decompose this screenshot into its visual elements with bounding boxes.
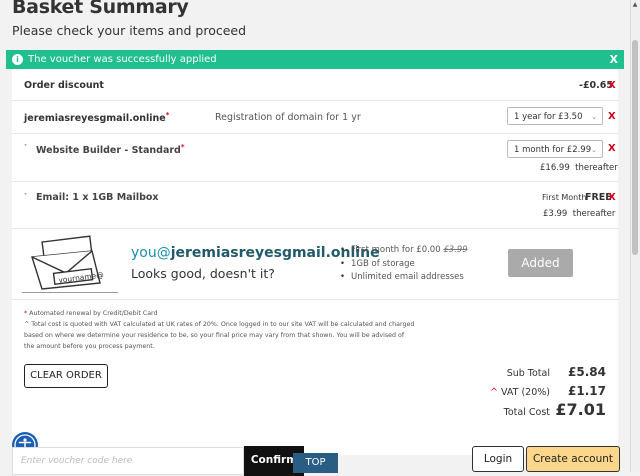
promo-bullet: 1GB of storage bbox=[340, 258, 468, 272]
website-builder-term-select[interactable]: 1 month for £2.99 ⌄ bbox=[507, 140, 603, 158]
subtotal-label: Sub Total bbox=[506, 368, 550, 379]
website-builder-term-value: 1 month for £2.99 bbox=[514, 145, 592, 155]
discount-row: Order discount -£0.65 X bbox=[12, 69, 618, 101]
total-value: £7.01 bbox=[555, 400, 606, 419]
scrollbar-thumb[interactable] bbox=[632, 40, 638, 255]
domain-row: jeremiasreyesgmail.online* Registration … bbox=[12, 101, 618, 134]
page-subtitle: Please check your items and proceed bbox=[12, 23, 247, 38]
footnotes: * Automated renewal by Credit/Debit Card… bbox=[24, 308, 424, 352]
required-asterisk: * bbox=[180, 143, 185, 151]
domain-term-value: 1 year for £3.50 bbox=[514, 112, 583, 122]
footnote-line: * Automated renewal by Credit/Debit Card bbox=[24, 310, 158, 317]
envelope-illustration: yourname@ bbox=[22, 235, 118, 293]
alert-close-button[interactable]: X bbox=[610, 53, 618, 66]
first-month-label: First Month bbox=[542, 193, 587, 202]
website-builder-name: Website Builder - Standard* bbox=[36, 143, 185, 157]
domain-description: Registration of domain for 1 yr bbox=[215, 112, 361, 123]
email-name: Email: 1 x 1GB Mailbox bbox=[36, 192, 159, 203]
discount-label: Order discount bbox=[24, 80, 104, 91]
footnote-line: ^ Total cost is quoted with VAT calculat… bbox=[24, 321, 415, 328]
required-asterisk: * bbox=[165, 111, 170, 119]
footnote-line: the amount before you process payment. bbox=[24, 343, 155, 350]
website-builder-remove-button[interactable]: X bbox=[608, 143, 616, 154]
total-label: Total Cost bbox=[503, 407, 550, 418]
email-after-price: £3.99 thereafter bbox=[543, 209, 616, 219]
chevron-down-icon: ⌄ bbox=[591, 146, 597, 154]
added-button[interactable]: Added bbox=[508, 249, 573, 277]
domain-name: jeremiasreyesgmail.online* bbox=[24, 111, 170, 125]
success-alert: i The voucher was successfully applied X bbox=[6, 50, 624, 69]
vat-value: £1.17 bbox=[568, 384, 606, 398]
basket-panel: Order discount -£0.65 X jeremiasreyesgma… bbox=[12, 69, 618, 455]
alert-message: The voucher was successfully applied bbox=[28, 54, 217, 65]
email-remove-button[interactable]: X bbox=[608, 192, 616, 203]
domain-remove-button[interactable]: X bbox=[608, 111, 616, 122]
page-title: Basket Summary bbox=[12, 0, 189, 18]
email-row: ˅ Email: 1 x 1GB Mailbox First Month FRE… bbox=[12, 182, 618, 229]
chevron-down-icon: ⌄ bbox=[591, 113, 597, 121]
login-button[interactable]: Login bbox=[472, 446, 524, 472]
email-promo: yourname@ you@jeremiasreyesgmail.online … bbox=[12, 229, 618, 300]
domain-term-select[interactable]: 1 year for £3.50 ⌄ bbox=[507, 107, 603, 125]
promo-bullet: First month for £0.00 £3.99 bbox=[340, 244, 468, 258]
discount-remove-button[interactable]: X bbox=[608, 80, 616, 91]
create-account-button[interactable]: Create account bbox=[526, 446, 620, 472]
clear-order-button[interactable]: CLEAR ORDER bbox=[24, 364, 108, 388]
subtotal-value: £5.84 bbox=[568, 365, 606, 379]
back-to-top-button[interactable]: TOP bbox=[293, 453, 338, 473]
promo-bullet: Unlimited email addresses bbox=[340, 271, 468, 285]
promo-tagline: Looks good, doesn't it? bbox=[131, 266, 275, 281]
promo-bullets: First month for £0.00 £3.99 1GB of stora… bbox=[340, 244, 468, 285]
website-builder-row: ˅ Website Builder - Standard* 1 month fo… bbox=[12, 134, 618, 182]
footnote-line: based on where we determine your residen… bbox=[24, 332, 405, 339]
scroll-up-icon[interactable]: ▲ bbox=[631, 1, 639, 8]
expand-caret-icon[interactable]: ˅ bbox=[24, 190, 27, 201]
vat-label: ^ VAT (20%) bbox=[489, 387, 550, 398]
website-builder-after-price: £16.99 thereafter bbox=[540, 163, 618, 173]
expand-caret-icon[interactable]: ˅ bbox=[24, 141, 27, 152]
voucher-input[interactable]: Enter voucher code here bbox=[12, 447, 244, 475]
info-icon: i bbox=[12, 54, 23, 65]
